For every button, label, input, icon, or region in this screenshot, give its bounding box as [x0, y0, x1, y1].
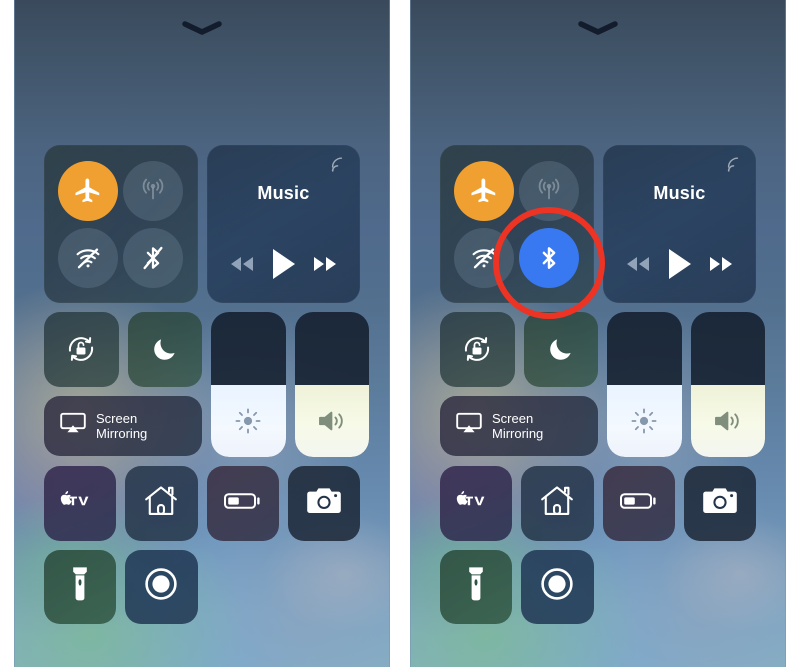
rewind-icon[interactable]: [624, 255, 652, 273]
volume-slider[interactable]: [690, 312, 765, 457]
play-icon[interactable]: [665, 247, 693, 281]
fast-forward-icon[interactable]: [707, 255, 735, 273]
screen-mirroring-button[interactable]: Screen Mirroring: [440, 395, 598, 456]
flashlight-button[interactable]: [44, 549, 117, 624]
low-power-mode-button[interactable]: [602, 466, 675, 541]
connectivity-module: [44, 145, 198, 303]
speaker-waves-icon: [316, 407, 348, 435]
cc-row-3: [44, 466, 360, 541]
screen-mirroring-label: Screen Mirroring: [492, 410, 544, 441]
volume-slider[interactable]: [294, 312, 369, 457]
screen-recording-button[interactable]: [521, 549, 594, 624]
cc-left-column: Screen Mirroring: [44, 312, 202, 457]
comparison-screenshot: Music Screen Mirroring Music Screen Mirr…: [0, 0, 800, 667]
tile-spacer: [288, 550, 360, 625]
battery-icon: [223, 490, 263, 517]
brightness-slider-fill: [607, 384, 682, 457]
flashlight-icon: [70, 565, 90, 608]
wifi-off-icon[interactable]: [58, 227, 119, 288]
music-title: Music: [653, 183, 706, 203]
cellular-antenna-icon[interactable]: [123, 160, 184, 221]
home-icon: [539, 484, 575, 523]
airplay-screen-icon: [60, 412, 86, 439]
record-icon: [141, 564, 181, 609]
music-title: Music: [257, 183, 310, 203]
control-center-grid: Music Screen Mirroring: [440, 145, 765, 625]
rotation-lock-toggle[interactable]: [44, 312, 119, 387]
brightness-slider[interactable]: [607, 312, 682, 457]
tile-spacer: [207, 550, 279, 625]
home-button[interactable]: [521, 466, 594, 541]
cc-row-2: Screen Mirroring: [44, 312, 369, 457]
airplay-screen-icon: [456, 412, 482, 439]
tile-spacer: [603, 550, 675, 625]
record-icon: [537, 564, 577, 609]
camera-icon: [701, 486, 739, 521]
brightness-slider-fill: [211, 384, 286, 457]
cc-row-4: [440, 549, 756, 625]
speaker-waves-icon: [712, 407, 744, 435]
brightness-slider[interactable]: [211, 312, 286, 457]
apple-tv-icon: [455, 490, 497, 517]
bluetooth-toggle[interactable]: [519, 227, 580, 288]
rotation-lock-toggle[interactable]: [440, 312, 515, 387]
home-icon: [143, 484, 179, 523]
airplay-audio-icon[interactable]: [725, 156, 743, 179]
sun-icon: [629, 406, 659, 436]
airplane-mode-toggle[interactable]: [454, 160, 515, 221]
chevron-down-icon[interactable]: [578, 20, 618, 36]
screen-mirroring-button[interactable]: Screen Mirroring: [44, 395, 202, 456]
chevron-down-icon[interactable]: [182, 20, 222, 36]
cc-sliders: [607, 312, 765, 457]
music-transport-controls: [207, 247, 360, 281]
low-power-mode-button[interactable]: [206, 466, 279, 541]
apple-tv-icon: [59, 490, 101, 517]
control-center-panel-before: Music Screen Mirroring: [14, 0, 390, 667]
music-widget[interactable]: Music: [206, 145, 360, 303]
cc-row-1: Music: [44, 145, 360, 303]
cc-toggle-row: [440, 312, 598, 387]
cc-sliders: [211, 312, 369, 457]
airplay-audio-icon[interactable]: [329, 156, 347, 179]
camera-icon: [305, 486, 343, 521]
cc-toggle-row: [44, 312, 202, 387]
screen-mirroring-label: Screen Mirroring: [96, 410, 148, 441]
tile-spacer: [684, 550, 756, 625]
cc-row-4: [44, 549, 360, 625]
cc-row-2: Screen Mirroring: [440, 312, 765, 457]
camera-button[interactable]: [287, 466, 360, 541]
wifi-off-icon[interactable]: [454, 227, 515, 288]
apple-tv-remote-button[interactable]: [440, 466, 513, 541]
music-transport-controls: [603, 247, 756, 281]
cc-row-1: Music: [440, 145, 756, 303]
cellular-antenna-icon[interactable]: [519, 160, 580, 221]
do-not-disturb-toggle[interactable]: [127, 312, 202, 387]
airplane-mode-toggle[interactable]: [58, 160, 119, 221]
volume-slider-fill: [690, 384, 765, 457]
flashlight-icon: [466, 565, 486, 608]
sun-icon: [233, 406, 263, 436]
apple-tv-remote-button[interactable]: [44, 466, 117, 541]
camera-button[interactable]: [683, 466, 756, 541]
home-button[interactable]: [125, 466, 198, 541]
cc-left-column: Screen Mirroring: [440, 312, 598, 457]
battery-icon: [619, 490, 659, 517]
control-center-grid: Music Screen Mirroring: [44, 145, 369, 625]
connectivity-module: [440, 145, 594, 303]
music-widget[interactable]: Music: [602, 145, 756, 303]
rewind-icon[interactable]: [228, 255, 256, 273]
screen-recording-button[interactable]: [125, 549, 198, 624]
bluetooth-off-icon[interactable]: [123, 227, 184, 288]
flashlight-button[interactable]: [440, 549, 513, 624]
volume-slider-fill: [294, 384, 369, 457]
cc-row-3: [440, 466, 756, 541]
play-icon[interactable]: [269, 247, 297, 281]
do-not-disturb-toggle[interactable]: [523, 312, 598, 387]
control-center-panel-after: Music Screen Mirroring: [410, 0, 786, 667]
fast-forward-icon[interactable]: [311, 255, 339, 273]
